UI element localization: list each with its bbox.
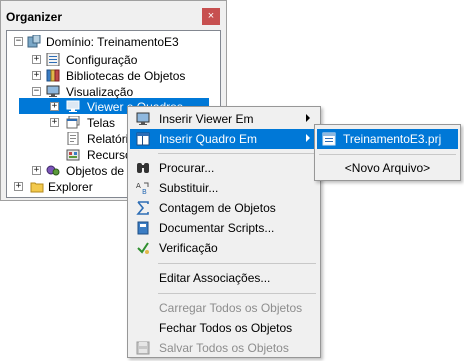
menu-item-label: Inserir Quadro Em: [159, 132, 258, 146]
menu-item-label: Carregar Todos os Objetos: [159, 301, 303, 315]
expand-icon[interactable]: +: [32, 71, 41, 80]
replace-icon: AB: [136, 182, 149, 195]
report-icon: [67, 132, 79, 145]
expand-icon[interactable]: +: [50, 118, 59, 127]
menu-item-save-all[interactable]: Salvar Todos os Objetos: [130, 338, 318, 358]
expand-icon[interactable]: +: [14, 182, 23, 191]
menu-separator: [319, 154, 456, 155]
save-icon: [136, 341, 150, 355]
menu-item-find[interactable]: Procurar...: [130, 158, 318, 178]
server-objects-icon: [46, 165, 60, 176]
menu-item-load-all[interactable]: Carregar Todos os Objetos: [130, 298, 318, 318]
submenu-item-new-file[interactable]: <Novo Arquivo>: [315, 161, 460, 175]
tree-node-label: Bibliotecas de Objetos: [66, 69, 186, 83]
menu-item-label: Fechar Todos os Objetos: [159, 321, 293, 335]
tree-node-label: Visualização: [66, 85, 134, 99]
menu-separator: [158, 293, 316, 294]
menu-separator: [158, 263, 316, 264]
menu-item-label: Contagem de Objetos: [159, 201, 276, 215]
screens-icon: [66, 116, 80, 129]
menu-item-edit-associations[interactable]: Editar Associações...: [130, 268, 318, 288]
check-icon: [137, 242, 149, 254]
tree-node-label: Configuração: [66, 53, 138, 67]
tree-node-label: Domínio: TreinamentoE3: [46, 35, 179, 49]
menu-item-object-count[interactable]: Contagem de Objetos: [130, 198, 318, 218]
svg-text:A: A: [136, 182, 141, 190]
resources-icon: [66, 149, 80, 161]
menu-item-label: Procurar...: [159, 161, 215, 175]
library-icon: [46, 69, 60, 82]
insert-frame-submenu: TreinamentoE3.prj <Novo Arquivo>: [314, 124, 461, 181]
close-button[interactable]: ×: [202, 8, 220, 25]
menu-item-label: Salvar Todos os Objetos: [159, 341, 289, 355]
menu-item-label: Editar Associações...: [159, 271, 271, 285]
menu-item-label: Documentar Scripts...: [159, 221, 275, 235]
svg-text:B: B: [142, 188, 147, 195]
menu-item-insert-frame[interactable]: Inserir Quadro Em: [130, 129, 318, 149]
menu-item-close-all[interactable]: Fechar Todos os Objetos: [130, 318, 318, 338]
frame-icon: [136, 132, 150, 146]
organizer-title: Organizer: [6, 10, 63, 24]
config-icon: [46, 53, 60, 66]
viewer-icon: [66, 100, 80, 112]
menu-item-label: Inserir Viewer Em: [159, 112, 254, 126]
menu-item-label: Substituir...: [159, 181, 219, 195]
menu-item-replace[interactable]: AB Substituir...: [130, 178, 318, 198]
menu-item-document-scripts[interactable]: Documentar Scripts...: [130, 218, 318, 238]
expand-icon[interactable]: +: [50, 102, 59, 111]
menu-item-verification[interactable]: Verificação: [130, 238, 318, 258]
submenu-item-label: TreinamentoE3.prj: [343, 132, 442, 146]
menu-item-insert-viewer[interactable]: Inserir Viewer Em: [130, 109, 318, 129]
menu-separator: [158, 153, 316, 154]
sigma-icon: [136, 201, 149, 215]
expand-icon[interactable]: +: [32, 166, 41, 175]
submenu-arrow-icon: [306, 114, 310, 122]
collapse-icon[interactable]: −: [32, 87, 41, 96]
domain-icon: [27, 35, 41, 48]
submenu-arrow-icon: [306, 134, 310, 142]
menu-item-label: Verificação: [159, 241, 218, 255]
tree-node-label: Explorer: [48, 180, 93, 194]
project-icon: [322, 132, 336, 146]
binoculars-icon: [137, 163, 149, 173]
expand-icon[interactable]: +: [32, 55, 41, 64]
context-menu: Inserir Viewer Em Inserir Quadro Em Proc…: [127, 106, 321, 358]
submenu-item-project[interactable]: TreinamentoE3.prj: [317, 129, 458, 149]
monitor-icon: [46, 85, 60, 97]
collapse-icon[interactable]: −: [14, 37, 23, 46]
viewer-icon: [136, 112, 150, 125]
tree-node-label: Telas: [87, 116, 116, 130]
book-icon: [137, 221, 149, 235]
folder-icon: [30, 182, 44, 193]
